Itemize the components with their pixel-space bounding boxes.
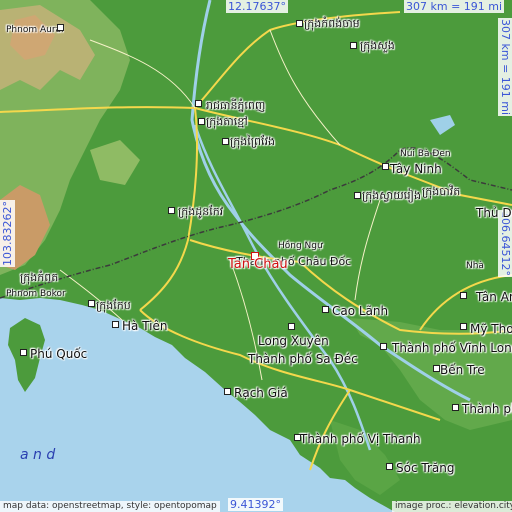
city-marker [112,321,119,328]
focus-location-label: Tan Chau [228,257,288,272]
credit-image-proc: image proc.: elevation.city [392,501,512,512]
place-phnom-penh: រាជធានីភ្នំពេញ [206,99,266,112]
city-marker [168,207,175,214]
city-marker [386,463,393,470]
city-marker [294,434,301,441]
credit-map-data: map data: openstreetmap, style: opentopo… [0,501,220,512]
city-marker [224,388,231,395]
city-marker [195,100,202,107]
place-kep: ក្រុងកែប [96,299,131,312]
place-sa-dec: Thành phố Sa Đéc [248,352,358,366]
place-svay-rieng: ក្រុងស្វាយរៀង [362,189,421,202]
place-kampong-cham: ក្រុងកំពង់ចាម [304,17,360,30]
place-nui-ba-den: Núi Bà Đen [400,149,451,159]
city-marker [20,349,27,356]
place-my-tho: Mỹ Tho [470,322,512,336]
map-canvas[interactable]: 12.17637° 9.41392° 103.83262° 106.64512°… [0,0,512,512]
city-marker [222,138,229,145]
city-marker [433,365,440,372]
place-tan-an: Tân An [476,290,512,304]
city-marker [460,292,467,299]
place-bavet: ក្រុងបាវិត [422,185,461,198]
city-marker [296,20,303,27]
city-marker [322,306,329,313]
left-latitude-label: 103.83262° [0,200,15,267]
place-vi-thanh: Thành phố Vị Thanh [300,432,421,446]
place-hong-ngu: Hồng Ngự [278,241,323,251]
city-marker [88,300,95,307]
place-phnom-aural: Phnom Aural [6,25,64,35]
city-marker [198,118,205,125]
place-phnom-bokor: Phnom Bokor [6,289,66,299]
place-tay-ninh: Tây Ninh [390,162,442,176]
city-marker [460,323,467,330]
city-marker [57,24,64,31]
city-marker [380,343,387,350]
top-longitude-label: 12.17637° [226,0,288,13]
city-marker [354,192,361,199]
place-ha-tien: Hà Tiên [122,319,168,333]
place-thu-dau-mot: Thủ Dầ [476,206,512,220]
place-suong: ក្រុងសួង [360,39,395,52]
right-latitude-label: 106.64512° [498,210,512,277]
place-long-xuyen: Long Xuyên [258,334,329,348]
place-cao-lanh: Cao Lãnh [332,304,389,318]
sea-label: a n d [20,447,56,463]
bottom-longitude-label: 9.41392° [228,498,283,511]
place-prey-veng: ក្រុងព្រៃវែង [230,135,275,148]
place-nha: Nhà [466,261,484,271]
city-marker [382,163,389,170]
city-marker [452,404,459,411]
city-marker [350,42,357,49]
city-marker [288,323,295,330]
place-vinh-long: Thành phố Vĩnh Long [392,341,512,355]
place-kampot: ក្រុងកំពត [20,271,59,284]
scale-bar-right: 307 km = 191 mi [498,18,512,117]
scale-bar-top: 307 km = 191 mi [404,0,505,13]
place-phu-quoc: Phú Quốc [30,347,88,361]
place-rach-gia: Rạch Giá [234,386,288,400]
place-thanh-pho: Thành phố [462,402,512,416]
place-ben-tre: Bến Tre [440,363,485,377]
place-soc-trang: Sóc Trăng [396,461,455,475]
place-ta-khmau: ក្រុងតាខ្មៅ [206,115,248,128]
place-takeo: ក្រុងដូនកែវ [178,205,224,218]
